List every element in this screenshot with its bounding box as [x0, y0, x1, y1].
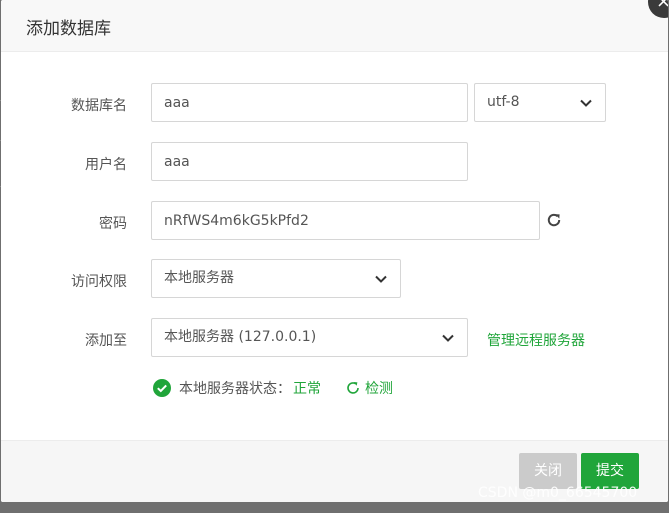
close-button[interactable]: 关闭	[519, 453, 577, 489]
dialog-header: 添加数据库	[1, 0, 668, 52]
dialog-title: 添加数据库	[26, 19, 111, 39]
charset-select[interactable]: utf-8	[474, 83, 606, 122]
watermark: CSDN @m0_66545700	[478, 485, 638, 501]
access-value: 本地服务器	[164, 270, 234, 286]
db-name-input[interactable]	[151, 83, 468, 122]
user-input[interactable]	[151, 142, 468, 181]
chevron-down-icon	[580, 99, 592, 107]
server-status-row: 本地服务器状态： 正常 检测	[153, 378, 393, 398]
status-label: 本地服务器状态：	[179, 381, 291, 397]
chevron-down-icon	[442, 334, 454, 342]
status-value: 正常	[293, 381, 321, 397]
charset-value: utf-8	[487, 94, 520, 110]
password-label: 密码	[99, 216, 127, 232]
access-label: 访问权限	[71, 274, 127, 290]
access-select[interactable]: 本地服务器	[151, 259, 401, 298]
password-input[interactable]	[151, 201, 540, 240]
add-database-dialog: 添加数据库 数据库名 utf-8 用户名 密码 访问权限 本地服务器 添加至 本…	[1, 0, 668, 502]
manage-remote-servers-link[interactable]: 管理远程服务器	[487, 330, 585, 350]
user-label: 用户名	[85, 157, 127, 173]
add-to-select[interactable]: 本地服务器 (127.0.0.1)	[151, 318, 468, 357]
chevron-down-icon	[375, 275, 387, 283]
check-circle-icon	[153, 379, 171, 397]
add-to-label: 添加至	[85, 333, 127, 349]
add-to-value: 本地服务器 (127.0.0.1)	[164, 329, 317, 345]
refresh-small-icon	[347, 382, 359, 394]
check-link-label: 检测	[365, 381, 393, 397]
check-status-button[interactable]: 检测	[345, 378, 393, 398]
refresh-icon[interactable]	[545, 211, 563, 229]
db-name-label: 数据库名	[71, 98, 127, 114]
submit-button[interactable]: 提交	[581, 453, 639, 489]
